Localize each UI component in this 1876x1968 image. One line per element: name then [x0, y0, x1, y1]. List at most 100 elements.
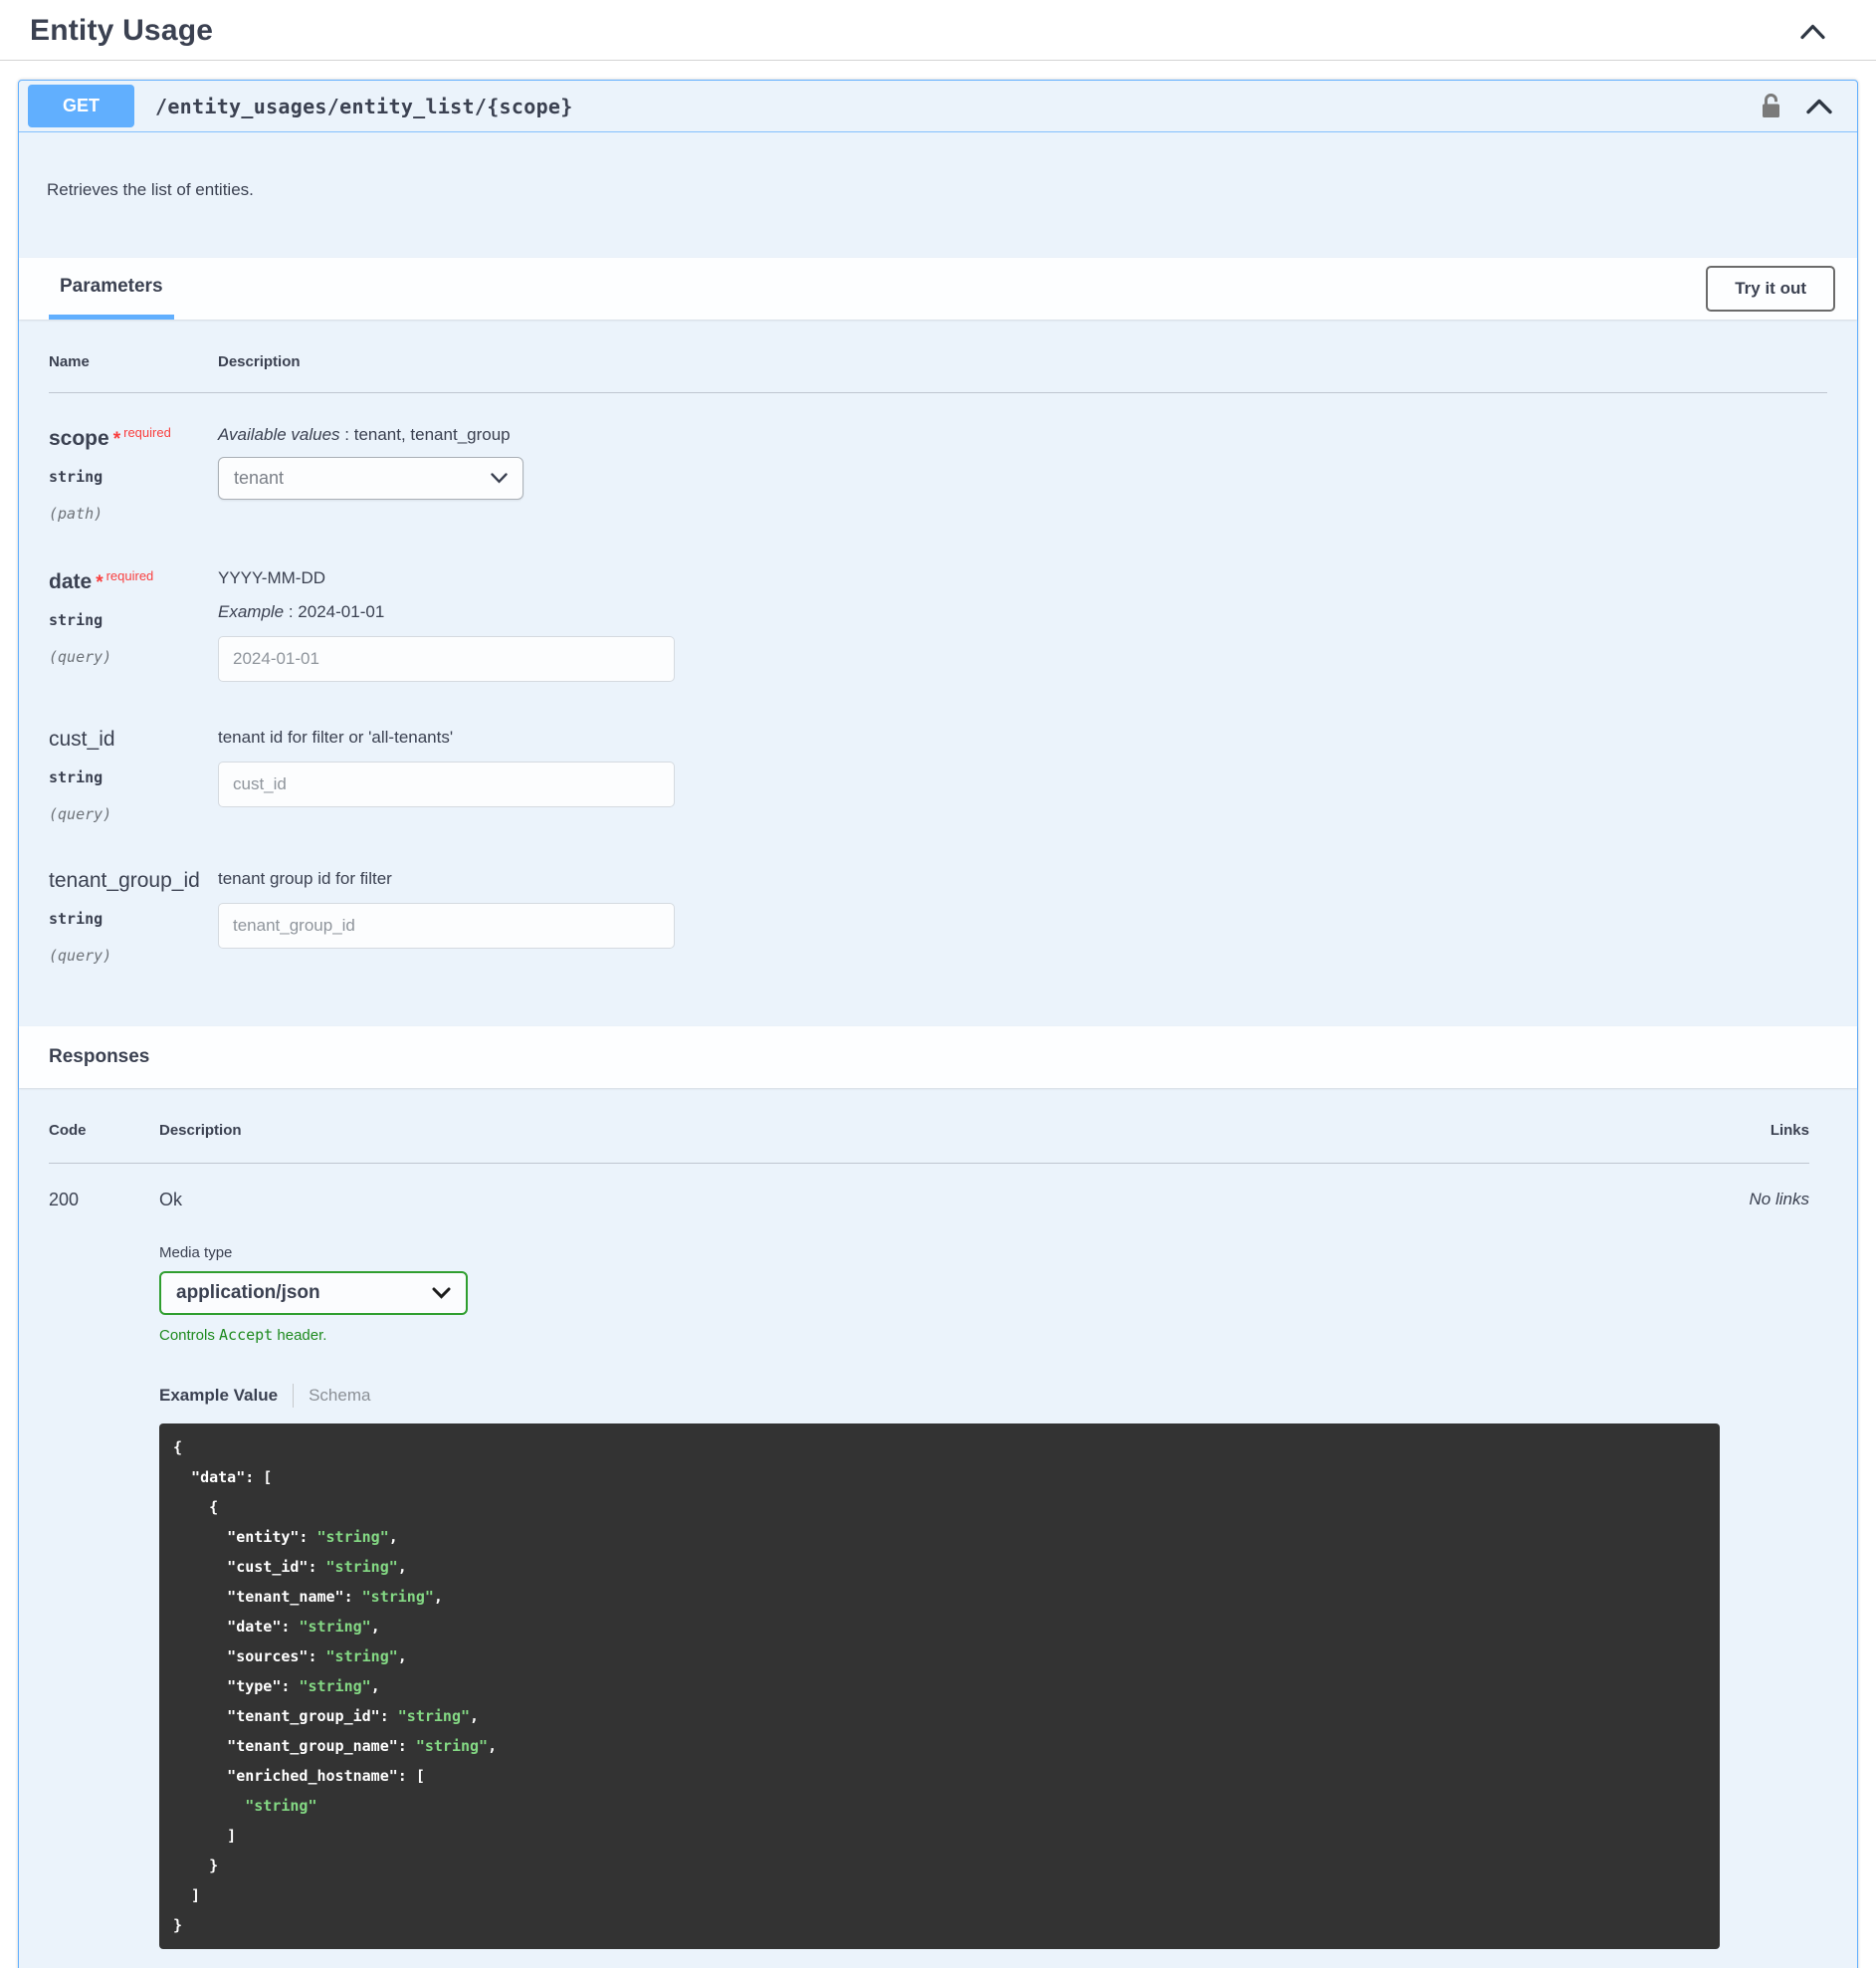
chevron-down-icon [432, 1287, 451, 1299]
opblock-get: GET /entity_usages/entity_list/{scope} R… [18, 80, 1858, 1968]
scope-select[interactable]: tenant [218, 457, 523, 500]
tab-schema[interactable]: Schema [309, 1386, 370, 1406]
response-description-cell: Ok Media type application/json Controls … [159, 1190, 1720, 1949]
example-json-code-block: { "data": [ { "entity": "string", "cust_… [159, 1423, 1720, 1949]
parameter-row-tenant-group-id: tenant_group_id string (query) tenant gr… [49, 869, 1827, 965]
parameter-name-cell: date * required string (query) [49, 568, 218, 682]
operation-description: Retrieves the list of entities. [47, 180, 254, 199]
parameter-location: (query) [49, 648, 112, 666]
tab-divider [293, 1384, 295, 1408]
responses-table: Code Description Links 200 Ok Media type… [19, 1088, 1857, 1968]
authorization-button[interactable] [1761, 93, 1781, 119]
example-value: : 2024-01-01 [284, 602, 385, 621]
media-type-label: Media type [159, 1244, 233, 1261]
response-description: Ok [159, 1190, 183, 1209]
parameter-type: string [49, 468, 104, 486]
example-label: Example [218, 602, 285, 621]
code-line: "entity": "string", [173, 1528, 398, 1546]
parameter-location: (query) [49, 805, 112, 823]
code-line: "data": [ [173, 1468, 273, 1486]
cust-id-input[interactable] [218, 762, 675, 807]
column-header-links: Links [1770, 1122, 1809, 1139]
unlock-icon [1761, 93, 1781, 119]
code-line: } [173, 1857, 219, 1874]
chevron-down-icon [491, 473, 508, 484]
column-header-code: Code [49, 1122, 87, 1139]
code-line: { [173, 1438, 183, 1456]
parameters-tab-header: Parameters [49, 258, 174, 320]
parameter-description: tenant id for filter or 'all-tenants' [218, 728, 454, 747]
column-header-description: Description [218, 353, 301, 370]
parameter-location: (path) [49, 505, 104, 523]
opblock-collapse-button[interactable] [1805, 98, 1833, 114]
chevron-up-icon [1805, 98, 1833, 114]
responses-title: Responses [49, 1046, 150, 1067]
responses-table-head: Code Description Links [49, 1122, 1809, 1164]
scope-select-value: tenant [234, 468, 285, 488]
required-label: required [105, 568, 154, 583]
parameter-name: tenant_group_id [49, 869, 200, 892]
parameter-name-cell: cust_id string (query) [49, 728, 218, 823]
opblock-summary[interactable]: GET /entity_usages/entity_list/{scope} [19, 81, 1857, 132]
column-header-name: Name [49, 353, 90, 370]
section-divider [0, 60, 1876, 61]
parameter-description-cell: YYYY-MM-DD Example : 2024-01-01 [218, 568, 1827, 682]
code-line: } [173, 1916, 183, 1934]
parameter-row-cust-id: cust_id string (query) tenant id for fil… [49, 728, 1827, 823]
code-line: "tenant_group_name": "string", [173, 1737, 498, 1755]
parameter-row-date: date * required string (query) YYYY-MM-DD … [49, 568, 1827, 682]
page-title: Entity Usage [30, 14, 214, 47]
required-asterisk: * [112, 429, 121, 450]
code-line: "type": "string", [173, 1677, 380, 1695]
tab-example-value[interactable]: Example Value [159, 1386, 278, 1406]
required-label: required [123, 425, 171, 440]
date-input[interactable] [218, 636, 675, 682]
media-type-select[interactable]: application/json [159, 1271, 468, 1315]
endpoint-path: /entity_usages/entity_list/{scope} [155, 94, 573, 118]
parameter-name: scope [49, 427, 109, 450]
model-example-tabs: Example Value Schema [159, 1384, 1720, 1408]
swagger-page: Entity Usage GET /entity_usages/entity_l… [0, 0, 1876, 1968]
parameter-type: string [49, 611, 104, 629]
parameter-location: (query) [49, 947, 112, 965]
parameter-description-cell: Available values : tenant, tenant_group … [218, 425, 1827, 523]
parameter-name: date [49, 570, 93, 593]
column-header-description: Description [159, 1122, 242, 1139]
parameters-table: Name Description scope * required string (… [19, 320, 1857, 1026]
parameters-section-header: Parameters Try it out [19, 258, 1857, 320]
controls-accept-message: Controls Accept header. [159, 1326, 327, 1344]
parameter-description: tenant group id for filter [218, 869, 392, 888]
parameters-table-head: Name Description [49, 353, 1827, 393]
code-line: { [173, 1498, 219, 1516]
parameter-name: cust_id [49, 728, 115, 751]
tenant-group-id-input[interactable] [218, 903, 675, 949]
code-line: "date": "string", [173, 1618, 380, 1636]
response-links: No links [1749, 1190, 1809, 1208]
code-line: "sources": "string", [173, 1647, 407, 1665]
required-asterisk: * [96, 572, 104, 593]
tab-parameters[interactable]: Parameters [49, 258, 174, 320]
section-collapse-button[interactable] [1799, 23, 1826, 40]
code-line: "tenant_group_id": "string", [173, 1707, 480, 1725]
code-line: ] [173, 1827, 237, 1845]
code-line: ] [173, 1886, 201, 1904]
response-row-200: 200 Ok Media type application/json Contr… [49, 1164, 1809, 1949]
code-line: "tenant_name": "string", [173, 1588, 443, 1606]
parameter-name-cell: tenant_group_id string (query) [49, 869, 218, 965]
code-line: "enriched_hostname": [ [173, 1767, 425, 1785]
available-values-label: Available values [218, 425, 340, 444]
response-code: 200 [49, 1190, 80, 1209]
parameter-type: string [49, 768, 104, 786]
code-line: "cust_id": "string", [173, 1558, 407, 1576]
parameter-description-cell: tenant group id for filter [218, 869, 1827, 965]
code-line: "string" [245, 1797, 317, 1815]
parameter-type: string [49, 910, 104, 928]
try-it-out-button[interactable]: Try it out [1706, 266, 1835, 312]
parameter-description-cell: tenant id for filter or 'all-tenants' [218, 728, 1827, 823]
media-type-value: application/json [176, 1282, 320, 1303]
available-values-list: : tenant, tenant_group [339, 425, 511, 444]
date-format-hint: YYYY-MM-DD [218, 568, 325, 587]
parameter-row-scope: scope * required string (path) Available v… [49, 425, 1827, 523]
http-method-badge: GET [28, 85, 134, 127]
responses-section-header: Responses [19, 1026, 1857, 1088]
